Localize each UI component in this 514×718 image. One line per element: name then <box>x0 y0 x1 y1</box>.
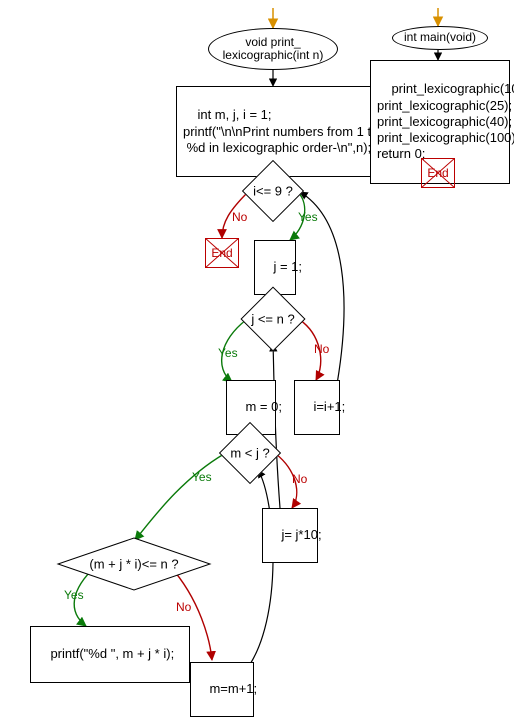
assign-i-inc-text: i=i+1; <box>313 399 345 414</box>
assign-m-inc: m=m+1; <box>190 662 254 717</box>
lbl-sum-yes: Yes <box>64 588 84 602</box>
end-right-label: End <box>427 166 448 180</box>
decision-j-le-n: j <= n ? <box>240 294 306 344</box>
assign-j-1: j = 1; <box>254 240 296 295</box>
flowchart-canvas: void print_ lexicographic(int n) int m, … <box>0 0 514 718</box>
decision-m-lt-j: m < j ? <box>218 428 282 478</box>
lbl-m-yes: Yes <box>192 470 212 484</box>
decision-sum-le-n: (m + j * i)<= n ? <box>56 536 212 592</box>
assign-j-1-text: j = 1; <box>273 259 302 274</box>
printf-stmt: printf("%d ", m + j * i); <box>30 626 190 683</box>
end-right: End <box>421 158 455 188</box>
lbl-i-no: No <box>232 210 247 224</box>
decision-m-lt-j-text: m < j ? <box>230 446 269 461</box>
decision-sum-le-n-text: (m + j * i)<= n ? <box>89 557 178 572</box>
end-left-label: End <box>211 246 232 260</box>
decision-i-le-9: i<= 9 ? <box>243 166 303 216</box>
lbl-i-yes: Yes <box>298 210 318 224</box>
func-main-terminal: int main(void) <box>392 26 488 50</box>
decision-i-le-9-text: i<= 9 ? <box>253 184 293 199</box>
lbl-j-yes: Yes <box>218 346 238 360</box>
func-main-label: int main(void) <box>404 31 476 44</box>
printf-stmt-text: printf("%d ", m + j * i); <box>50 646 174 661</box>
lbl-m-no: No <box>292 472 307 486</box>
assign-m-inc-text: m=m+1; <box>209 681 257 696</box>
assign-j-times-10: j= j*10; <box>262 508 318 563</box>
end-left: End <box>205 238 239 268</box>
init-block-text: int m, j, i = 1; printf("\n\nPrint numbe… <box>183 107 378 155</box>
lbl-j-no: No <box>314 342 329 356</box>
decision-j-le-n-text: j <= n ? <box>251 312 294 327</box>
func-print-lexicographic-label: void print_ lexicographic(int n) <box>223 36 324 62</box>
assign-m-0-text: m = 0; <box>245 399 282 414</box>
func-print-lexicographic-terminal: void print_ lexicographic(int n) <box>208 28 338 70</box>
lbl-sum-no: No <box>176 600 191 614</box>
main-body-text: print_lexicographic(10); print_lexicogra… <box>377 81 514 161</box>
assign-i-inc: i=i+1; <box>294 380 340 435</box>
assign-j-times-10-text: j= j*10; <box>281 527 321 542</box>
